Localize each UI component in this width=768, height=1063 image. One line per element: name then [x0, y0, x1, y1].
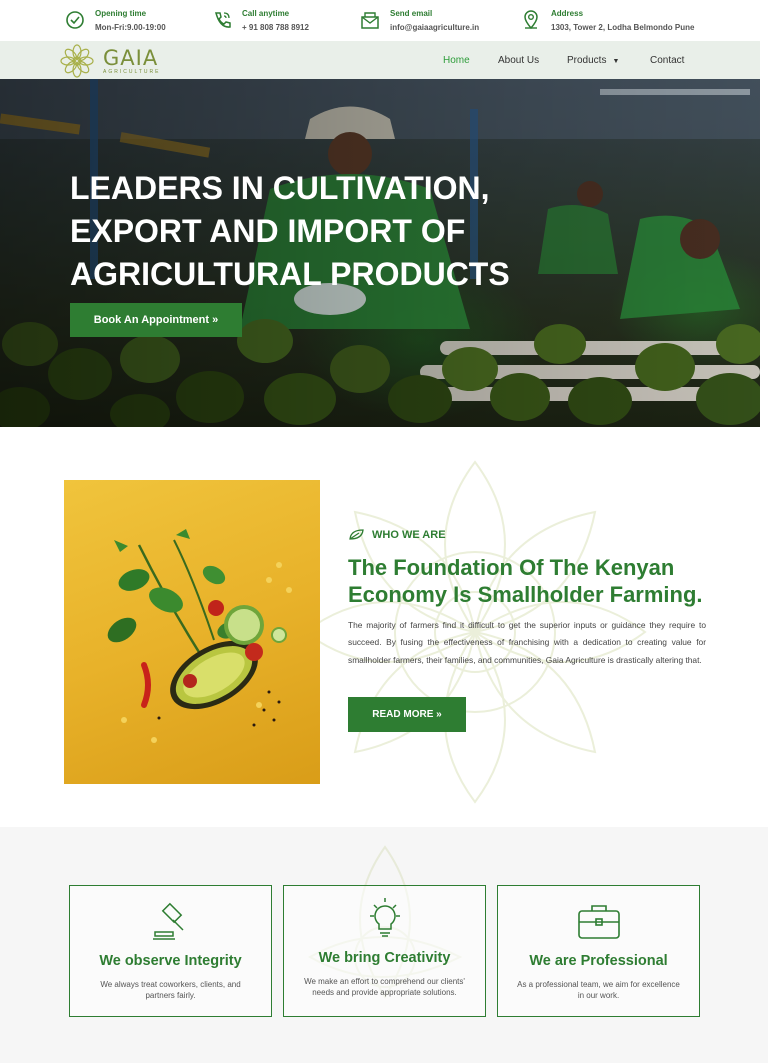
creativity-title: We bring Creativity [318, 950, 451, 966]
lightbulb-icon [369, 898, 400, 937]
professional-desc: As a professional team, we aim for excel… [517, 980, 680, 1000]
about-body: The majority of farmers find it difficul… [348, 620, 706, 665]
eyebrow-text: WHO WE ARE [372, 528, 446, 541]
logo-subtitle: AGRICULTURE [103, 68, 161, 75]
values-section: We observe Integrity We always treat cow… [0, 827, 768, 1063]
gavel-icon [152, 902, 184, 940]
produce-image [64, 480, 320, 784]
integrity-card: We observe Integrity We always treat cow… [69, 885, 272, 1017]
mail-icon [361, 12, 379, 29]
call-title: Call anytime [242, 9, 290, 18]
read-more-button[interactable]: READ MORE » [348, 697, 466, 732]
clock-icon [66, 11, 84, 29]
integrity-title: We observe Integrity [99, 953, 242, 969]
logo-flower-icon [60, 44, 94, 78]
about-heading: The Foundation Of The Kenyan Economy Is … [348, 555, 703, 607]
main-navbar: GAIA AGRICULTURE Home About Us Products ▼… [0, 41, 760, 79]
opening-time-value: Mon-Fri:9.00-19:00 [95, 23, 166, 32]
email-address[interactable]: info@gaiaagriculture.in [390, 22, 479, 34]
professional-title: We are Professional [529, 953, 668, 969]
nav-home[interactable]: Home [443, 55, 470, 66]
eyebrow: WHO WE ARE [348, 528, 446, 541]
creativity-desc: We make an effort to comprehend our clie… [304, 977, 465, 997]
phone-icon [215, 12, 231, 28]
opening-time-info: Opening time Mon-Fri:9.00-19:00 [64, 8, 166, 34]
email-title: Send email [390, 9, 433, 18]
phone-number[interactable]: + 91 808 788 8912 [242, 22, 309, 34]
leaf-icon [349, 529, 364, 540]
logo[interactable]: GAIA AGRICULTURE [60, 44, 160, 78]
hero-banner: LEADERS IN CULTIVATION, EXPORT AND IMPOR… [0, 79, 760, 427]
book-appointment-button[interactable]: Book An Appointment » [70, 303, 242, 337]
top-info-bar: Opening time Mon-Fri:9.00-19:00 Call any… [0, 0, 768, 41]
email-info: Send email info@gaiaagriculture.in [359, 8, 479, 34]
chevron-down-icon: ▼ [612, 57, 620, 65]
nav-products[interactable]: Products ▼ [567, 55, 619, 66]
nav-products-label: Products [567, 54, 607, 66]
address-value: 1303, Tower 2, Lodha Belmondo Pune [551, 23, 695, 32]
address-info: Address 1303, Tower 2, Lodha Belmondo Pu… [520, 8, 694, 34]
nav-contact[interactable]: Contact [650, 55, 684, 66]
integrity-desc: We always treat coworkers, clients, and … [100, 980, 241, 1000]
who-we-are-section: WHO WE ARE The Foundation Of The Kenyan … [0, 427, 768, 827]
logo-name: GAIA [103, 45, 159, 70]
opening-time-title: Opening time [95, 9, 147, 18]
hero-heading: LEADERS IN CULTIVATION, EXPORT AND IMPOR… [70, 170, 510, 292]
address-title: Address [551, 9, 584, 18]
professional-card: We are Professional As a professional te… [497, 885, 700, 1017]
call-info: Call anytime + 91 808 788 8912 [211, 8, 309, 34]
briefcase-icon [577, 905, 620, 939]
creativity-card: We bring Creativity We make an effort to… [283, 885, 486, 1017]
avocado-vegetables-illustration [107, 529, 292, 743]
nav-about-us[interactable]: About Us [498, 55, 539, 66]
location-pin-icon [524, 10, 538, 30]
